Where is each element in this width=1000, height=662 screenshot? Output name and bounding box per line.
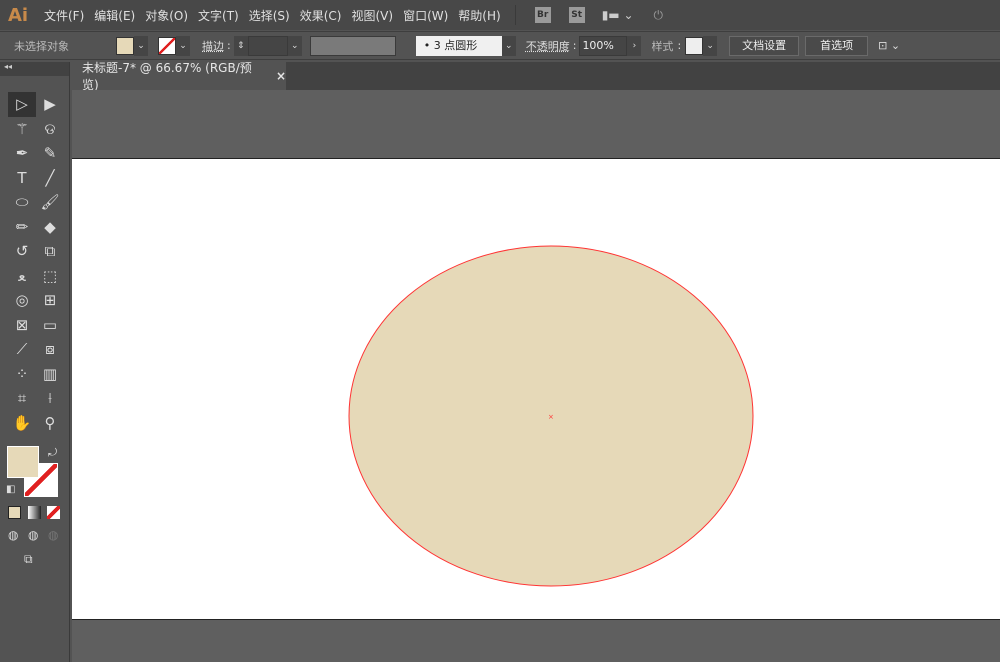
- brush-dropdown[interactable]: ⌄: [501, 35, 516, 56]
- swap-colors-icon[interactable]: ⤾: [48, 446, 57, 460]
- selection-status: 未选择对象: [14, 39, 69, 53]
- stroke-swatch[interactable]: [158, 36, 176, 55]
- opacity-label[interactable]: 不透明度: [526, 38, 570, 54]
- artboard-icon[interactable]: ⌗: [8, 386, 36, 411]
- tool-grid: ▷ ▶ ⚚ ଡ ✒ ✎ T ╱ ⬭ 🖌 ✏ ◆ ↺ ⧉ ﻌ ⬚ ◎ ⊞ ⊠ ▭ ⟋ ⧇ ⁘ ▥ ⌗ ⟊ ✋ ⚲: [8, 92, 64, 435]
- menu-bar: Ai 文件(F) 编辑(E) 对象(O) 文字(T) 选择(S) 效果(C) 视…: [0, 0, 1000, 30]
- opacity-input[interactable]: 100%: [579, 35, 628, 56]
- menu-file[interactable]: 文件(F): [44, 7, 84, 24]
- stock-button[interactable]: St: [568, 7, 585, 23]
- type-icon[interactable]: T: [8, 166, 36, 191]
- app-logo: Ai: [7, 4, 29, 26]
- draw-inside-icon[interactable]: ◍: [48, 528, 58, 542]
- pencil-icon[interactable]: ✏: [8, 215, 36, 240]
- direct-selection-icon[interactable]: ▶: [36, 92, 64, 117]
- ellipse-icon[interactable]: ⬭: [8, 190, 36, 215]
- magic-wand-icon[interactable]: ⚚: [8, 117, 36, 142]
- gradient-mode-button[interactable]: [28, 506, 41, 519]
- draw-normal-icon[interactable]: ◍: [8, 528, 18, 542]
- document-tab[interactable]: 未标题-7* @ 66.67% (RGB/预览) ×: [72, 61, 286, 92]
- stroke-dropdown[interactable]: ⌄: [176, 35, 190, 56]
- line-icon[interactable]: ╱: [36, 166, 64, 191]
- menu-object[interactable]: 对象(O): [145, 7, 188, 24]
- screen-mode-icon[interactable]: ⧉: [24, 552, 33, 567]
- stroke-weight-input[interactable]: [247, 35, 288, 56]
- preferences-button[interactable]: 首选项: [805, 35, 869, 56]
- style-dropdown[interactable]: ⌄: [703, 35, 718, 56]
- zoom-icon[interactable]: ⚲: [36, 411, 64, 436]
- fill-color-box[interactable]: [7, 446, 39, 478]
- close-tab-icon[interactable]: ×: [276, 69, 286, 83]
- slice-icon[interactable]: ⟊: [36, 386, 64, 411]
- blend-icon[interactable]: ⧇: [36, 337, 64, 362]
- menu-select[interactable]: 选择(S): [249, 7, 290, 24]
- gradient-icon[interactable]: ▭: [36, 313, 64, 338]
- mesh-icon[interactable]: ⊠: [8, 313, 36, 338]
- fill-swatch[interactable]: [116, 36, 134, 55]
- brush-definition[interactable]: • 3 点圆形: [415, 35, 502, 56]
- document-tab-bar: 未标题-7* @ 66.67% (RGB/预览) ×: [72, 61, 1000, 92]
- shape-builder-icon[interactable]: ◎: [8, 288, 36, 313]
- center-point-icon: ×: [548, 413, 554, 421]
- document-tab-title: 未标题-7* @ 66.67% (RGB/预览): [82, 61, 252, 92]
- selection-icon[interactable]: ▷: [8, 92, 36, 117]
- workspace-layout-icon[interactable]: ▮▬ ⌄: [602, 8, 634, 22]
- stroke-label[interactable]: 描边: [202, 38, 224, 54]
- stroke-weight-stepper[interactable]: ⇕: [233, 35, 248, 56]
- collapse-panel-icon[interactable]: ◂◂: [0, 62, 69, 76]
- menu-window[interactable]: 窗口(W): [403, 7, 448, 24]
- stroke-weight-dropdown[interactable]: ⌄: [287, 35, 302, 56]
- draw-behind-icon[interactable]: ◍: [28, 528, 38, 542]
- hand-icon[interactable]: ✋: [8, 411, 36, 436]
- eraser-icon[interactable]: ◆: [36, 215, 64, 240]
- variable-width-profile[interactable]: [309, 35, 396, 56]
- artwork: ×: [348, 245, 754, 587]
- menu-type[interactable]: 文字(T): [198, 7, 239, 24]
- lasso-icon[interactable]: ଡ: [36, 117, 64, 142]
- rotate-icon[interactable]: ↺: [8, 239, 36, 264]
- color-mode-button[interactable]: [8, 506, 21, 519]
- paintbrush-icon[interactable]: 🖌: [36, 190, 64, 215]
- default-colors-icon[interactable]: ◧: [6, 484, 15, 495]
- eyedropper-icon[interactable]: ⟋: [8, 337, 36, 362]
- scale-icon[interactable]: ⧉: [36, 239, 64, 264]
- opacity-arrow[interactable]: ›: [627, 35, 642, 56]
- brush-profile-value: 3 点圆形: [433, 38, 478, 52]
- control-bar: 未选择对象 ⌄ ⌄ 描边: ⇕ ⌄ • 3 点圆形 ⌄ 不透明度: 100% ›…: [0, 31, 1000, 60]
- pen-icon[interactable]: ✒: [8, 141, 36, 166]
- curvature-icon[interactable]: ✎: [36, 141, 64, 166]
- free-transform-icon[interactable]: ⬚: [36, 264, 64, 289]
- menu-help[interactable]: 帮助(H): [458, 7, 500, 24]
- bridge-button[interactable]: Br: [534, 7, 551, 23]
- tools-panel: ◂◂ ▷ ▶ ⚚ ଡ ✒ ✎ T ╱ ⬭ 🖌 ✏ ◆ ↺ ⧉ ﻌ ⬚ ◎ ⊞ ⊠ ▭ ⟋ ⧇ ⁘ ▥ ⌗ ⟊ ✋ ⚲ ⤾ ◧ ◍ ◍ …: [0, 62, 70, 662]
- style-label: 样式: [651, 39, 674, 53]
- warp-icon[interactable]: ﻌ: [8, 264, 36, 289]
- gpu-performance-icon[interactable]: ⏻: [654, 8, 664, 23]
- symbol-sprayer-icon[interactable]: ⁘: [8, 362, 36, 387]
- document-setup-button[interactable]: 文档设置: [729, 35, 800, 56]
- perspective-grid-icon[interactable]: ⊞: [36, 288, 64, 313]
- none-mode-button[interactable]: [47, 506, 60, 519]
- divider: [514, 5, 516, 25]
- column-graph-icon[interactable]: ▥: [36, 362, 64, 387]
- arrange-documents-icon[interactable]: ⊡ ⌄: [878, 39, 900, 52]
- menu-effect[interactable]: 效果(C): [300, 7, 342, 24]
- style-swatch[interactable]: [685, 36, 704, 55]
- menu-view[interactable]: 视图(V): [351, 7, 393, 24]
- menu-edit[interactable]: 编辑(E): [94, 7, 135, 24]
- fill-dropdown[interactable]: ⌄: [134, 35, 148, 56]
- artboard[interactable]: ×: [72, 158, 1000, 620]
